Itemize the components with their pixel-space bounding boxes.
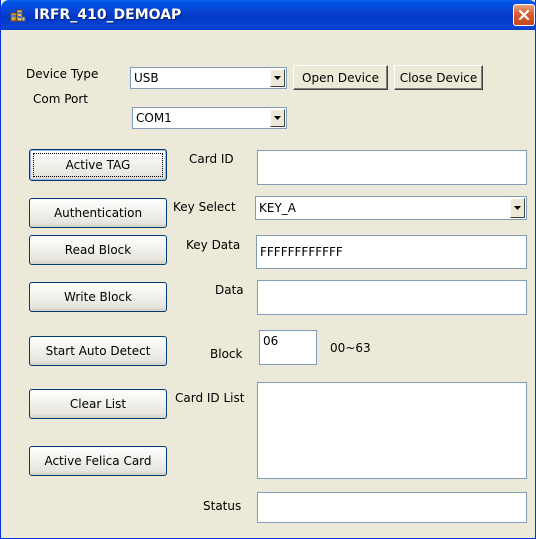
- device-type-select[interactable]: USB: [130, 67, 287, 89]
- key-data-label: Key Data: [186, 238, 241, 252]
- card-id-label: Card ID: [189, 152, 234, 166]
- key-select-dropdown[interactable]: KEY_A: [255, 196, 527, 220]
- com-port-select[interactable]: COM1: [132, 107, 287, 129]
- block-range-hint: 00~63: [330, 341, 371, 355]
- data-field[interactable]: [257, 280, 527, 315]
- chevron-down-icon[interactable]: [510, 198, 525, 218]
- dialog-client-area: Device Type USB Open Device Close Device…: [5, 30, 531, 535]
- card-id-list-label: Card ID List: [175, 391, 245, 405]
- active-tag-button[interactable]: Active TAG: [29, 149, 167, 181]
- window-title: IRFR_410_DEMOAP: [34, 7, 182, 23]
- data-label: Data: [215, 283, 244, 297]
- key-select-value: KEY_A: [259, 201, 296, 215]
- title-bar[interactable]: IRFR_410_DEMOAP: [1, 0, 536, 30]
- authentication-button[interactable]: Authentication: [29, 198, 167, 228]
- focus-ring: [33, 153, 163, 177]
- write-block-button[interactable]: Write Block: [29, 282, 167, 312]
- block-field[interactable]: 06: [259, 330, 317, 365]
- chevron-down-icon[interactable]: [270, 109, 285, 127]
- chevron-down-icon[interactable]: [270, 69, 285, 87]
- app-window: IRFR_410_DEMOAP Device Type USB Open Dev…: [0, 0, 536, 539]
- block-label: Block: [210, 347, 243, 361]
- app-icon: [10, 7, 26, 23]
- key-select-label: Key Select: [173, 200, 236, 214]
- card-id-list[interactable]: [257, 382, 527, 479]
- active-felica-card-button[interactable]: Active Felica Card: [29, 446, 167, 476]
- status-label: Status: [203, 499, 242, 513]
- status-field: [257, 492, 527, 523]
- device-type-label: Device Type: [26, 67, 99, 81]
- start-auto-detect-button[interactable]: Start Auto Detect: [29, 336, 167, 366]
- open-device-button[interactable]: Open Device: [293, 65, 388, 90]
- clear-list-button[interactable]: Clear List: [29, 389, 167, 419]
- close-device-button[interactable]: Close Device: [394, 65, 483, 90]
- read-block-button[interactable]: Read Block: [29, 235, 167, 265]
- com-port-label: Com Port: [33, 92, 89, 106]
- com-port-value: COM1: [136, 111, 172, 125]
- key-data-field[interactable]: FFFFFFFFFFFF: [256, 235, 527, 269]
- card-id-field[interactable]: [257, 150, 527, 185]
- close-window-button[interactable]: [513, 4, 535, 26]
- close-icon: [518, 9, 530, 21]
- device-type-value: USB: [134, 71, 159, 85]
